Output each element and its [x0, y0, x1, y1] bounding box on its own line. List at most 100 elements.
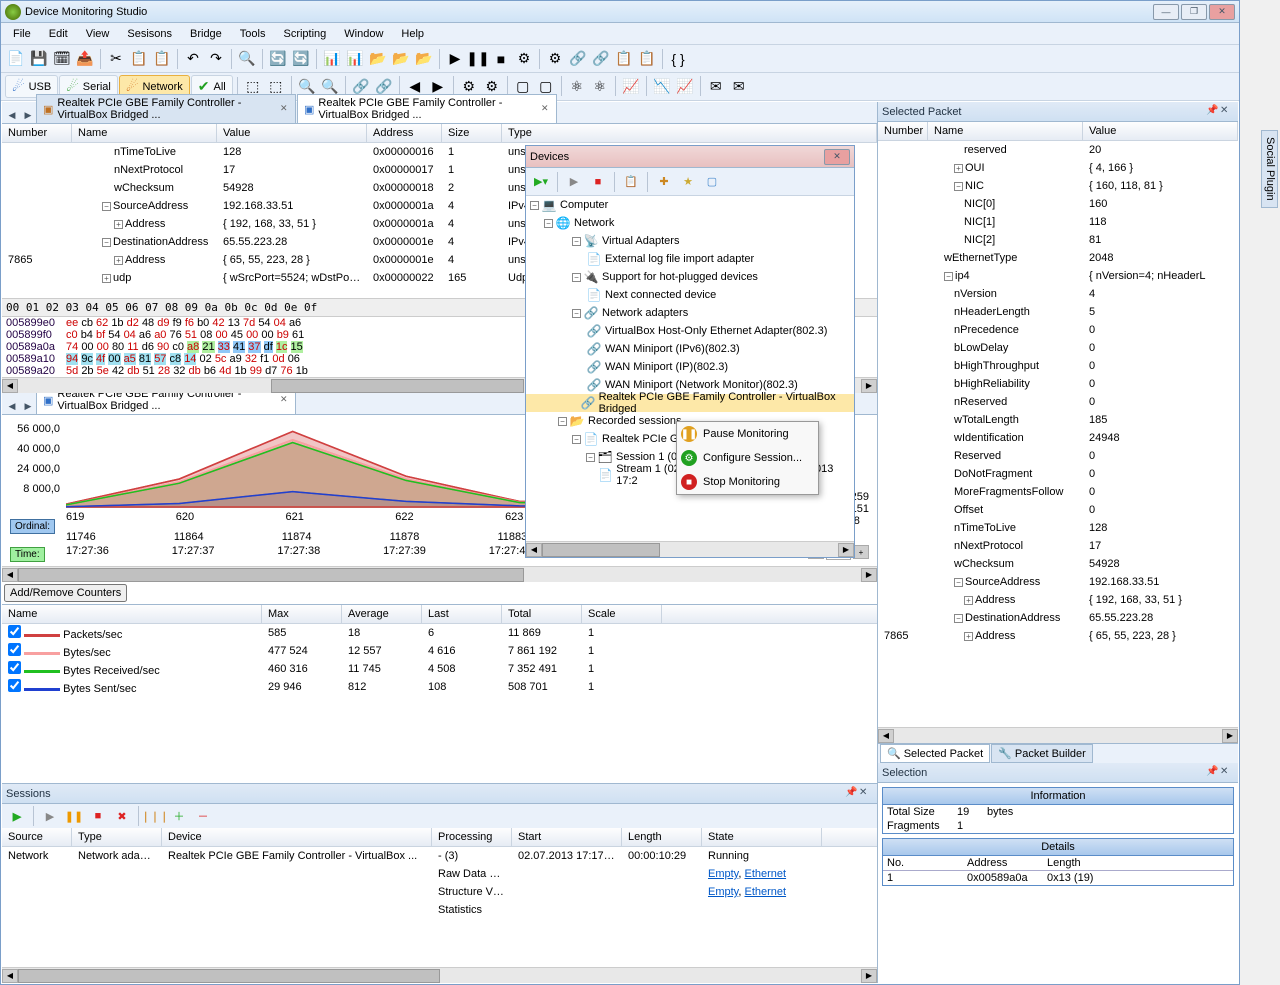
play-dropdown-icon[interactable]: ▶▾: [530, 171, 552, 193]
toolbar-button[interactable]: 🔗: [590, 48, 612, 70]
stop-icon[interactable]: ■: [587, 171, 609, 193]
remove-icon[interactable]: －: [192, 805, 214, 827]
tab-structview2[interactable]: ▣Realtek PCIe GBE Family Controller - Vi…: [297, 94, 557, 123]
toolbar-button[interactable]: 📂: [413, 48, 435, 70]
session-row[interactable]: Structure ViewEmpty, Ethernet: [2, 883, 877, 901]
counter-row[interactable]: Bytes Sent/sec 29 946812108508 7011: [2, 678, 877, 696]
menu-bridge[interactable]: Bridge: [182, 26, 230, 42]
dev-scrollbar[interactable]: ◀▶: [526, 541, 854, 557]
toolbar-button[interactable]: 📄: [5, 48, 27, 70]
toolbar-button[interactable]: 📂: [390, 48, 412, 70]
col-length[interactable]: Length: [622, 828, 702, 846]
pin-icon[interactable]: 📌: [1206, 105, 1220, 119]
counter-checkbox[interactable]: [8, 679, 21, 692]
packet-row[interactable]: bHighReliability 0: [878, 375, 1238, 393]
packet-row[interactable]: −DestinationAddress 65.55.223.28: [878, 609, 1238, 627]
session-row[interactable]: Statistics: [2, 901, 877, 919]
packet-row[interactable]: −ip4 { nVersion=4; nHeaderL: [878, 267, 1238, 285]
selpkt-scrollbar[interactable]: ◀▶: [878, 727, 1238, 743]
tree-network[interactable]: −🌐Network: [526, 214, 854, 232]
col-source[interactable]: Source: [2, 828, 72, 846]
play2-icon[interactable]: ▶: [39, 805, 61, 827]
menu-view[interactable]: View: [78, 26, 118, 42]
toolbar-button[interactable]: 📋: [636, 48, 658, 70]
col-state[interactable]: State: [702, 828, 822, 846]
close-pane-icon[interactable]: ✕: [859, 787, 873, 801]
minimize-button[interactable]: —: [1153, 4, 1179, 20]
menu-file[interactable]: File: [5, 26, 39, 42]
packet-row[interactable]: nReserved 0: [878, 393, 1238, 411]
toolbar-button[interactable]: ⚛: [589, 76, 611, 98]
packet-row[interactable]: NIC[2] 81: [878, 231, 1238, 249]
packet-row[interactable]: nVersion 4: [878, 285, 1238, 303]
packet-row[interactable]: wTotalLength 185: [878, 411, 1238, 429]
device-item[interactable]: −📡Virtual Adapters: [526, 232, 854, 250]
packet-row[interactable]: −NIC { 160, 118, 81 }: [878, 177, 1238, 195]
device-item[interactable]: 🔗VirtualBox Host-Only Ethernet Adapter(8…: [526, 322, 854, 340]
counter-row[interactable]: Bytes Received/sec 460 31611 7454 5087 3…: [2, 660, 877, 678]
counters-grid[interactable]: Packets/sec 58518611 8691 Bytes/sec 477 …: [2, 624, 877, 783]
packet-row[interactable]: nHeaderLength 5: [878, 303, 1238, 321]
packet-row[interactable]: MoreFragmentsFollow 0: [878, 483, 1238, 501]
toolbar-button[interactable]: 📈: [620, 76, 642, 98]
play-icon[interactable]: ▶: [6, 805, 28, 827]
add-remove-counters-button[interactable]: Add/Remove Counters: [4, 584, 127, 602]
packet-row[interactable]: 7865 +Address { 65, 55, 223, 28 }: [878, 627, 1238, 645]
toolbar-button[interactable]: 🗓: [51, 48, 73, 70]
packet-row[interactable]: wIdentification 24948: [878, 429, 1238, 447]
packet-row[interactable]: bHighThroughput 0: [878, 357, 1238, 375]
sessions-grid[interactable]: NetworkNetwork adaptersRealtek PCIe GBE …: [2, 847, 877, 967]
add-icon[interactable]: ✚: [653, 171, 675, 193]
packet-row[interactable]: NIC[1] 118: [878, 213, 1238, 231]
col-type[interactable]: Type: [72, 828, 162, 846]
col-name[interactable]: Name: [2, 605, 262, 623]
device-item[interactable]: 🔗WAN Miniport (IP)(802.3): [526, 358, 854, 376]
menu-window[interactable]: Window: [336, 26, 391, 42]
toolbar-button[interactable]: 📊: [344, 48, 366, 70]
toolbar-button[interactable]: ✂: [105, 48, 127, 70]
packet-row[interactable]: Reserved 0: [878, 447, 1238, 465]
tab-close-icon[interactable]: ✕: [280, 394, 289, 406]
selpkt-grid[interactable]: reserved 20 +OUI { 4, 166 } −NIC { 160, …: [878, 141, 1238, 727]
tab-next[interactable]: ▶: [20, 398, 36, 414]
bars-icon[interactable]: ❘❘❘: [144, 805, 166, 827]
col-type[interactable]: Type: [502, 124, 877, 142]
col-number[interactable]: Number: [2, 124, 72, 142]
toolbar-button[interactable]: ↶: [182, 48, 204, 70]
toolbar-button[interactable]: 🔗: [567, 48, 589, 70]
chart-scrollbar[interactable]: ◀▶: [2, 566, 877, 582]
col-device[interactable]: Device: [162, 828, 432, 846]
pause-icon[interactable]: ❚❚: [63, 805, 85, 827]
cancel-icon[interactable]: ✖: [111, 805, 133, 827]
ctx-pause-monitoring[interactable]: ❚❚Pause Monitoring: [677, 422, 818, 446]
packet-row[interactable]: nPrecedence 0: [878, 321, 1238, 339]
device-item[interactable]: 📄Next connected device: [526, 286, 854, 304]
toolbar-button[interactable]: ✉: [728, 76, 750, 98]
toolbar-button[interactable]: ❚❚: [467, 48, 489, 70]
toolbar-button[interactable]: { }: [667, 48, 689, 70]
counter-checkbox[interactable]: [8, 661, 21, 674]
tree-computer[interactable]: −💻Computer: [526, 196, 854, 214]
packet-row[interactable]: DoNotFragment 0: [878, 465, 1238, 483]
toolbar-button[interactable]: 📋: [128, 48, 150, 70]
col-value[interactable]: Value: [217, 124, 367, 142]
menu-sesisons[interactable]: Sesisons: [119, 26, 180, 42]
toolbar-button[interactable]: 📋: [151, 48, 173, 70]
menu-help[interactable]: Help: [393, 26, 432, 42]
toolbar-button[interactable]: ⚙: [513, 48, 535, 70]
play-icon[interactable]: ▶: [563, 171, 585, 193]
packet-row[interactable]: wEthernetType 2048: [878, 249, 1238, 267]
packet-row[interactable]: −SourceAddress 192.168.33.51: [878, 573, 1238, 591]
counter-checkbox[interactable]: [8, 625, 21, 638]
col-number[interactable]: Number: [878, 122, 928, 140]
packet-row[interactable]: +Address { 192, 168, 33, 51 }: [878, 591, 1238, 609]
col-scale[interactable]: Scale: [582, 605, 662, 623]
toolbar-button[interactable]: ▶: [444, 48, 466, 70]
tab-prev[interactable]: ◀: [4, 398, 20, 414]
toolbar-button[interactable]: 🔍: [236, 48, 258, 70]
packet-builder-tab[interactable]: 🔧Packet Builder: [991, 744, 1093, 763]
selected-packet-tab[interactable]: 🔍Selected Packet: [880, 744, 990, 763]
tab-prev[interactable]: ◀: [4, 107, 20, 123]
toolbar-button[interactable]: 📂: [367, 48, 389, 70]
packet-row[interactable]: nTimeToLive 128: [878, 519, 1238, 537]
